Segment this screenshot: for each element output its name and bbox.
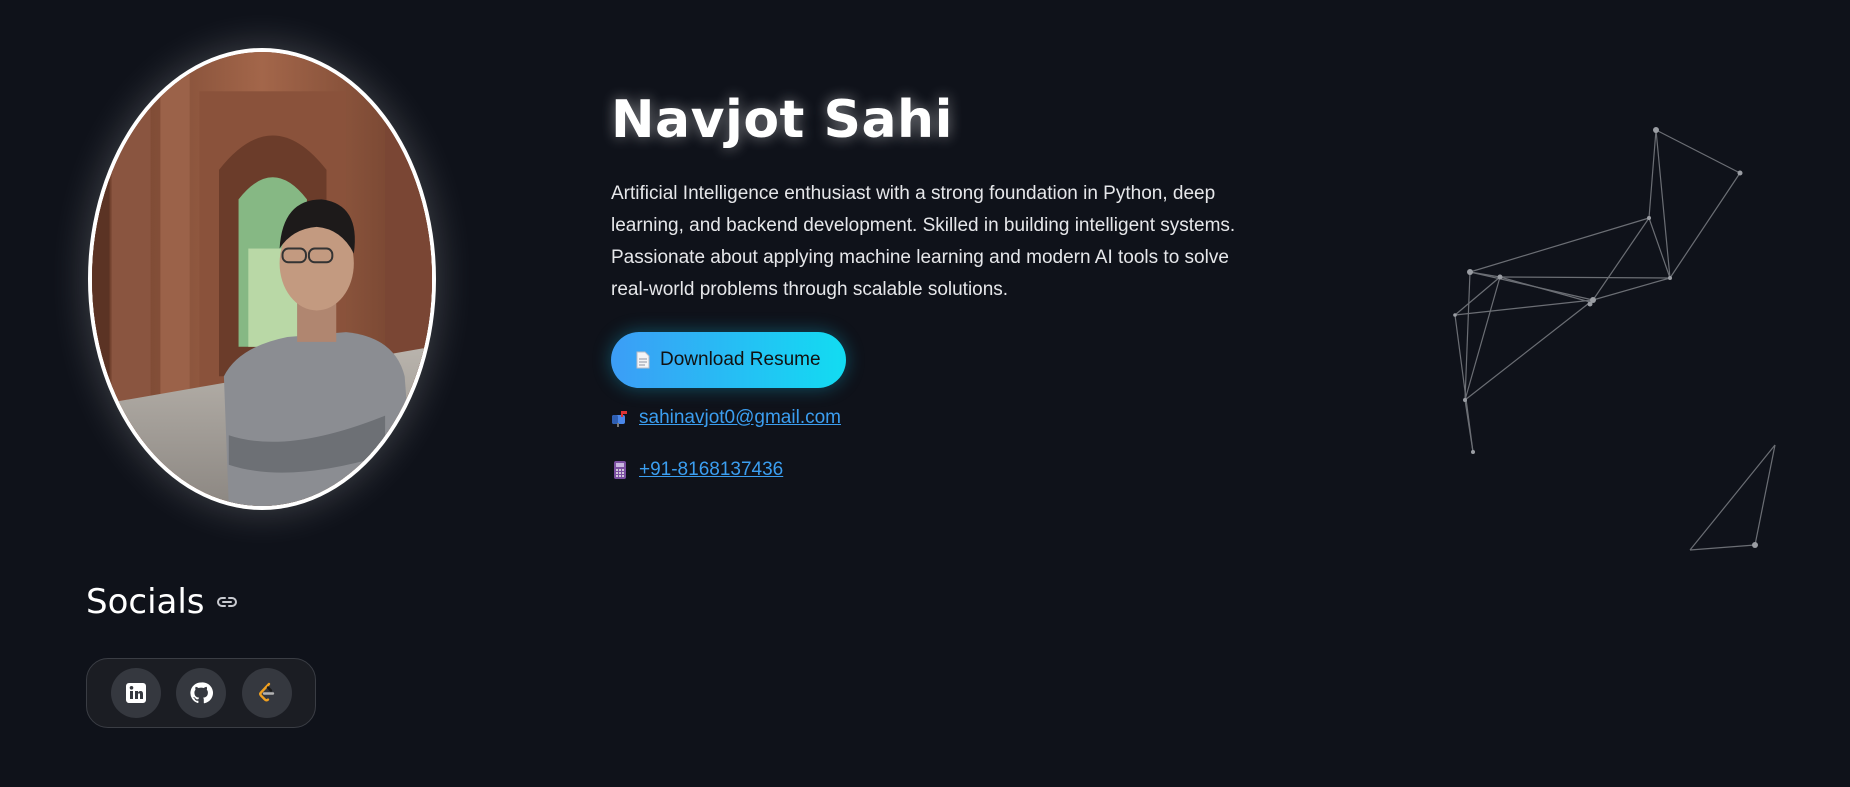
profile-bio: Artificial Intelligence enthusiast with … xyxy=(611,183,1236,300)
socials-bar xyxy=(86,658,316,728)
phone-link[interactable]: +91-8168137436 xyxy=(639,459,783,481)
socials-title: Socials xyxy=(86,582,205,622)
profile-photo xyxy=(88,48,436,510)
download-resume-button[interactable]: Download Resume xyxy=(611,332,846,388)
profile-name: Navjot Sahi xyxy=(611,90,953,150)
github-button[interactable] xyxy=(176,668,226,718)
email-contact: sahinavjot0@gmail.com xyxy=(611,407,841,429)
email-link[interactable]: sahinavjot0@gmail.com xyxy=(639,407,841,429)
linkedin-button[interactable] xyxy=(110,668,161,718)
linkedin-icon xyxy=(125,683,146,703)
leetcode-button[interactable] xyxy=(241,668,292,718)
phone-icon xyxy=(614,461,626,479)
socials-heading: Socials xyxy=(86,582,239,622)
particle-network xyxy=(1453,127,1776,551)
download-resume-label: Download Resume xyxy=(660,349,821,370)
leetcode-icon xyxy=(258,682,274,702)
github-icon xyxy=(190,682,213,704)
hero-section: Navjot Sahi Artificial Intelligence enth… xyxy=(611,90,1271,480)
link-icon[interactable] xyxy=(215,590,239,614)
phone-contact: +91-8168137436 xyxy=(611,459,783,481)
mailbox-icon xyxy=(612,411,627,427)
document-icon xyxy=(636,351,650,369)
